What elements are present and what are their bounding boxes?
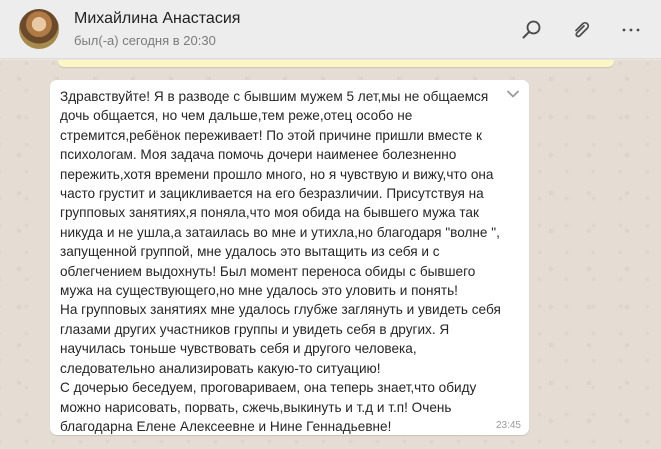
more-icon — [622, 28, 640, 32]
search-icon — [522, 20, 541, 39]
message-timestamp: 23:45 — [495, 420, 521, 431]
chat-header: Михайлина Анастасия был(-а) сегодня в 20… — [0, 0, 661, 59]
search-button[interactable] — [520, 18, 544, 42]
last-seen-status: был(-а) сегодня в 20:30 — [74, 33, 216, 48]
message-bubble[interactable]: Здравствуйте! Я в разводе с бывшим мужем… — [50, 80, 529, 435]
more-menu-button[interactable] — [619, 18, 643, 42]
message-options-button[interactable] — [505, 86, 521, 102]
message-text: Здравствуйте! Я в разводе с бывшим мужем… — [60, 89, 501, 434]
chevron-down-icon — [507, 90, 519, 98]
attach-button[interactable] — [569, 18, 593, 42]
contact-name[interactable]: Михайлина Анастасия — [74, 10, 240, 28]
previous-message-bubble[interactable] — [58, 60, 614, 67]
avatar[interactable] — [19, 9, 59, 49]
paperclip-icon — [575, 21, 590, 38]
